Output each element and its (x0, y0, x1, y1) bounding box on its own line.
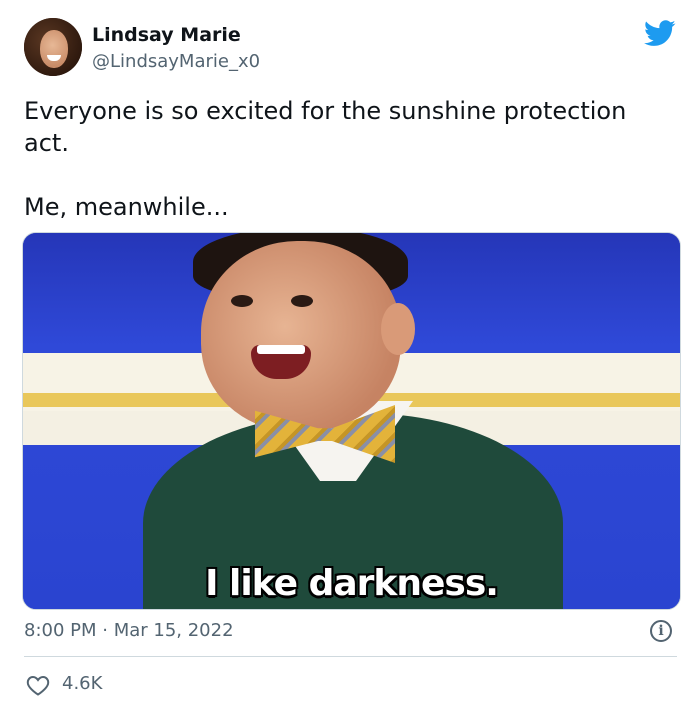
avatar[interactable] (24, 18, 82, 76)
tweet-text-line-1: Everyone is so excited for the sunshine … (24, 97, 627, 157)
author-handle[interactable]: @LindsayMarie_x0 (92, 51, 260, 72)
author-name[interactable]: Lindsay Marie (92, 24, 241, 46)
info-icon[interactable]: i (650, 620, 672, 642)
media-caption: I like darkness. (205, 563, 499, 604)
tweet-media[interactable]: I like darkness. (22, 232, 681, 610)
heart-icon[interactable] (26, 674, 50, 696)
like-count[interactable]: 4.6K (62, 673, 102, 694)
tweet-text-line-2: Me, meanwhile... (24, 193, 229, 221)
media-image (23, 233, 680, 609)
divider (24, 656, 677, 657)
tweet-text: Everyone is so excited for the sunshine … (24, 95, 674, 223)
twitter-bird-icon[interactable] (644, 20, 676, 47)
tweet-timestamp[interactable]: 8:00 PM · Mar 15, 2022 (24, 620, 234, 641)
tweet-card: Lindsay Marie @LindsayMarie_x0 Everyone … (0, 0, 700, 711)
